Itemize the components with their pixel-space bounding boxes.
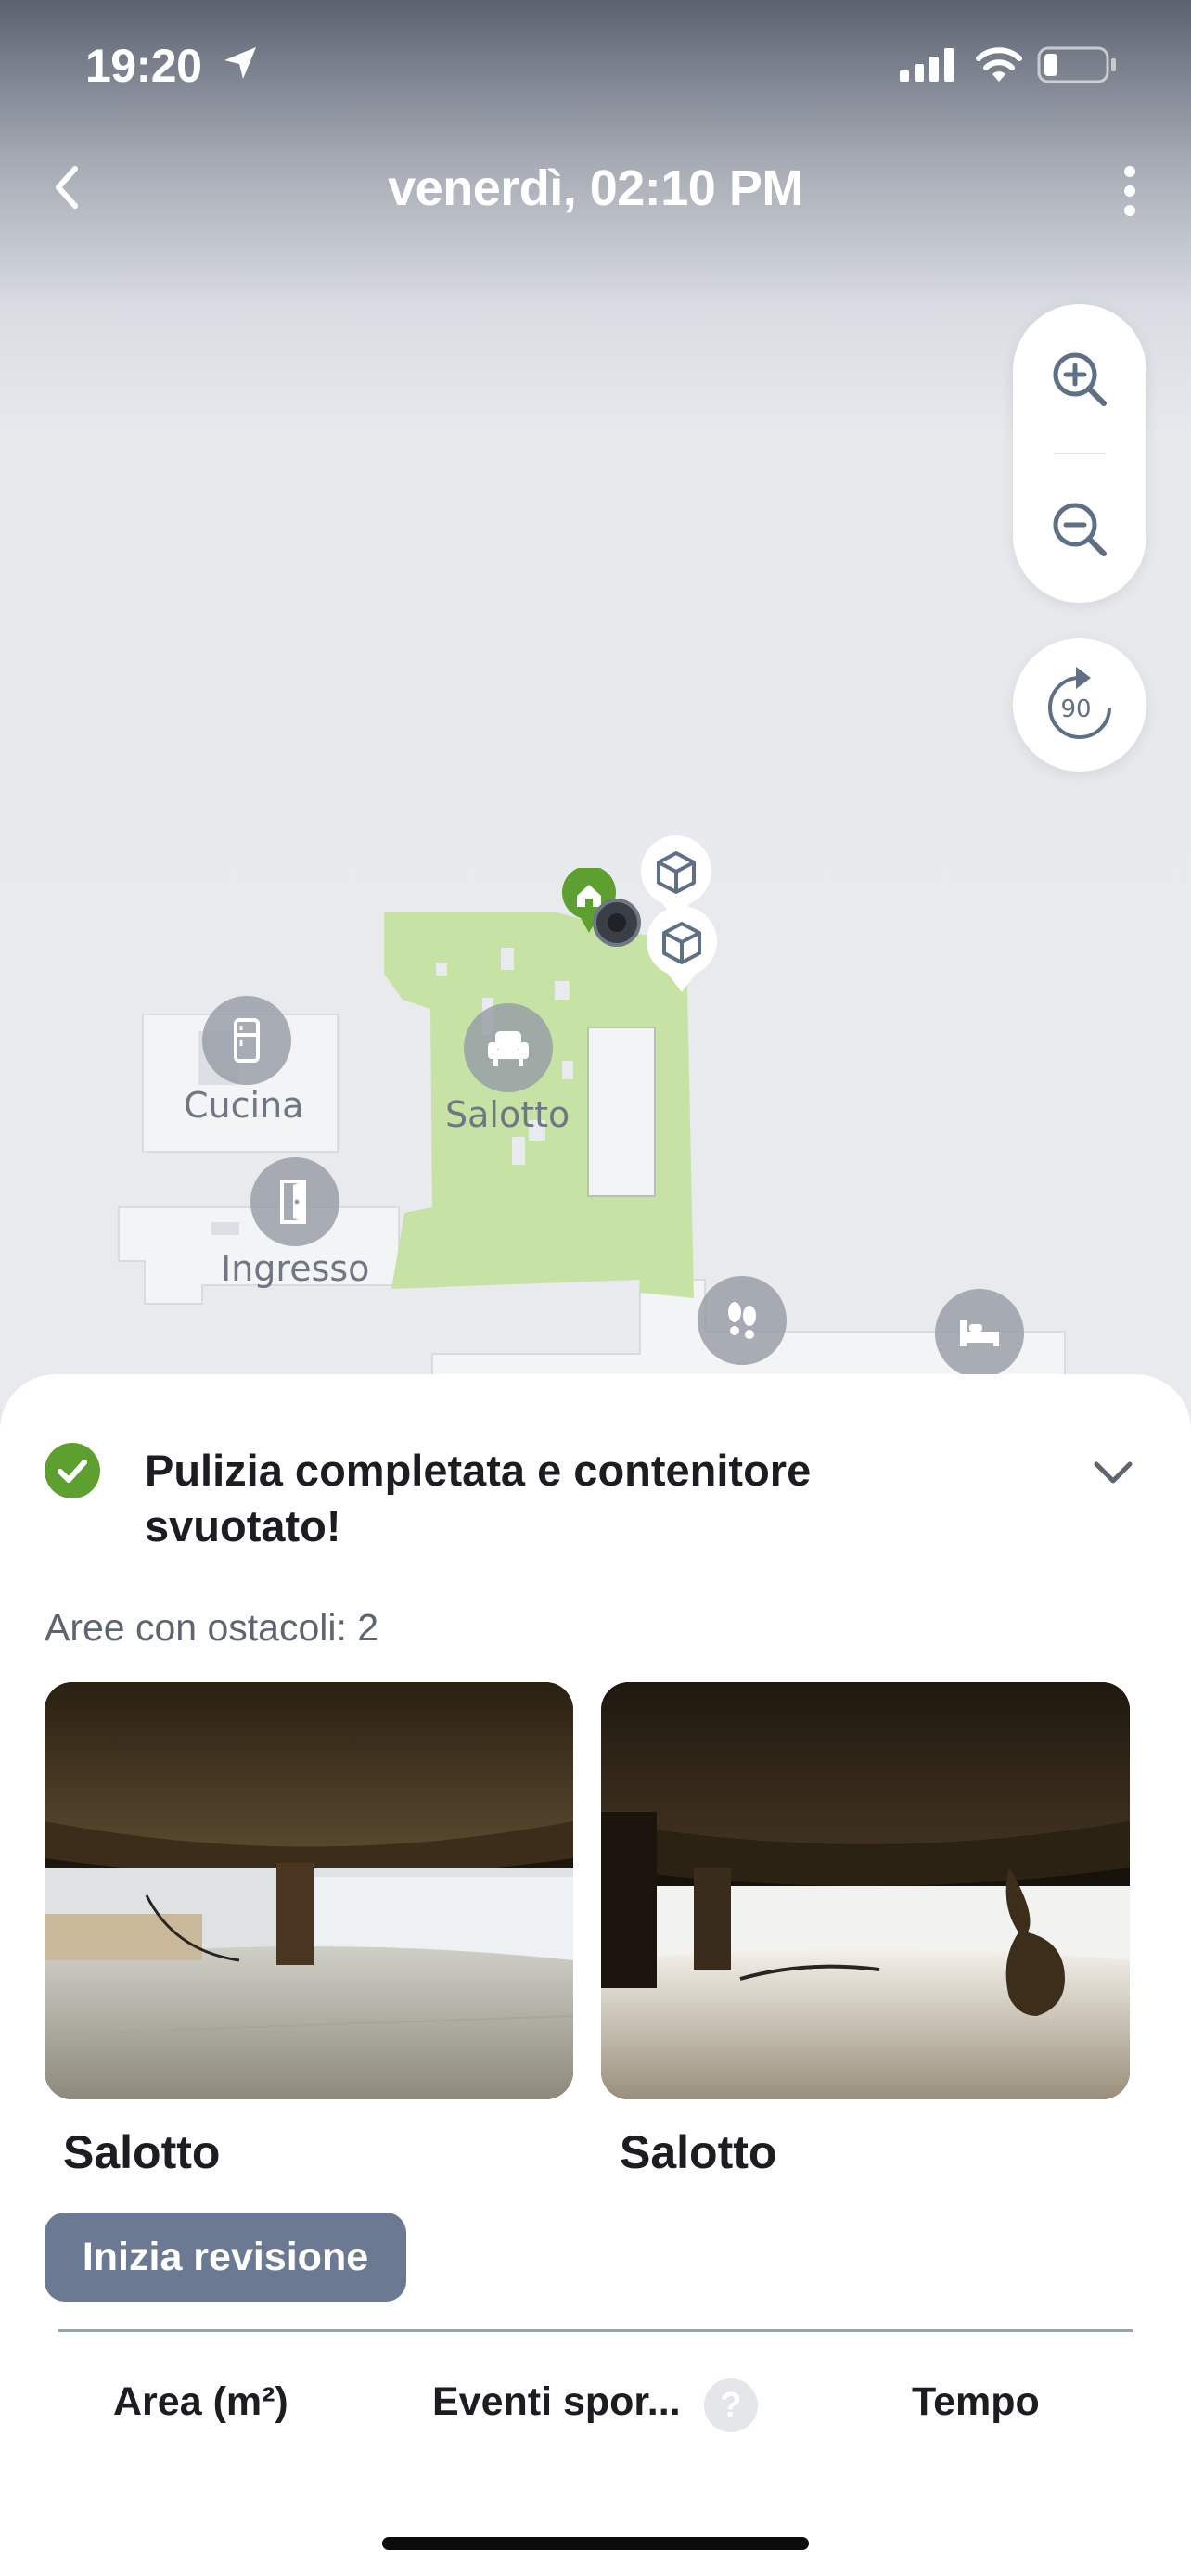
room-label-salotto: Salotto [445, 1094, 570, 1135]
zoom-divider [1054, 453, 1106, 454]
footprints-icon[interactable] [698, 1276, 787, 1365]
zoom-controls [1013, 304, 1146, 603]
room-label-ingresso: Ingresso [221, 1248, 370, 1289]
obstacle-photo[interactable] [45, 1682, 573, 2099]
stats-divider [58, 2329, 1133, 2332]
door-icon[interactable] [250, 1157, 339, 1246]
status-time: 19:20 [85, 40, 202, 92]
check-circle-icon [45, 1443, 100, 1498]
stat-time-label: Tempo [912, 2379, 1040, 2424]
zoom-out-button[interactable] [1013, 460, 1146, 599]
obstacle-photo[interactable] [601, 1682, 1130, 2099]
obstacle-photo-caption: Salotto [620, 2126, 777, 2178]
vertical-ellipsis-icon [1124, 166, 1135, 216]
room-obstacle-table [587, 1027, 656, 1197]
chevron-down-icon [1094, 1461, 1133, 1484]
zoom-in-icon [1053, 352, 1107, 406]
status-bar: 19:20 [0, 0, 1191, 130]
obstacle-photo-image [601, 1682, 1130, 2099]
room-label-cucina: Cucina [184, 1085, 304, 1126]
bed-icon[interactable] [935, 1289, 1024, 1378]
obstacle-photo-caption: Salotto [63, 2126, 221, 2178]
summary-title: Pulizia completata e contenitore svuotat… [145, 1446, 812, 1550]
cellular-signal-icon [900, 48, 954, 82]
stat-area-label: Area (m²) [113, 2379, 288, 2424]
fridge-icon[interactable] [202, 996, 291, 1085]
armchair-icon[interactable] [464, 1003, 553, 1092]
home-indicator[interactable] [382, 2537, 809, 2550]
robot-icon [593, 899, 641, 947]
stat-events-label: Eventi spor... [432, 2379, 681, 2424]
rotate-label: 90 [1060, 695, 1091, 723]
obstacle-photo-image [45, 1682, 573, 2099]
location-arrow-icon [224, 47, 256, 79]
rotate-icon: 90 [1048, 667, 1111, 739]
battery-low-icon [1037, 46, 1116, 83]
start-review-button[interactable]: Inizia revisione [45, 2213, 406, 2302]
rotate-map-button[interactable]: 90 [1013, 638, 1146, 772]
wifi-icon [976, 47, 1022, 82]
help-icon[interactable]: ? [704, 2378, 758, 2432]
obstacles-count-label: Aree con ostacoli: 2 [45, 1606, 379, 1649]
more-options-button[interactable] [1109, 158, 1150, 224]
zoom-out-icon [1053, 503, 1107, 556]
obstacle-box-icon[interactable] [644, 905, 720, 994]
collapse-sheet-button[interactable] [1087, 1454, 1139, 1491]
zoom-in-button[interactable] [1013, 310, 1146, 449]
page-title: venerdì, 02:10 PM [388, 160, 803, 216]
